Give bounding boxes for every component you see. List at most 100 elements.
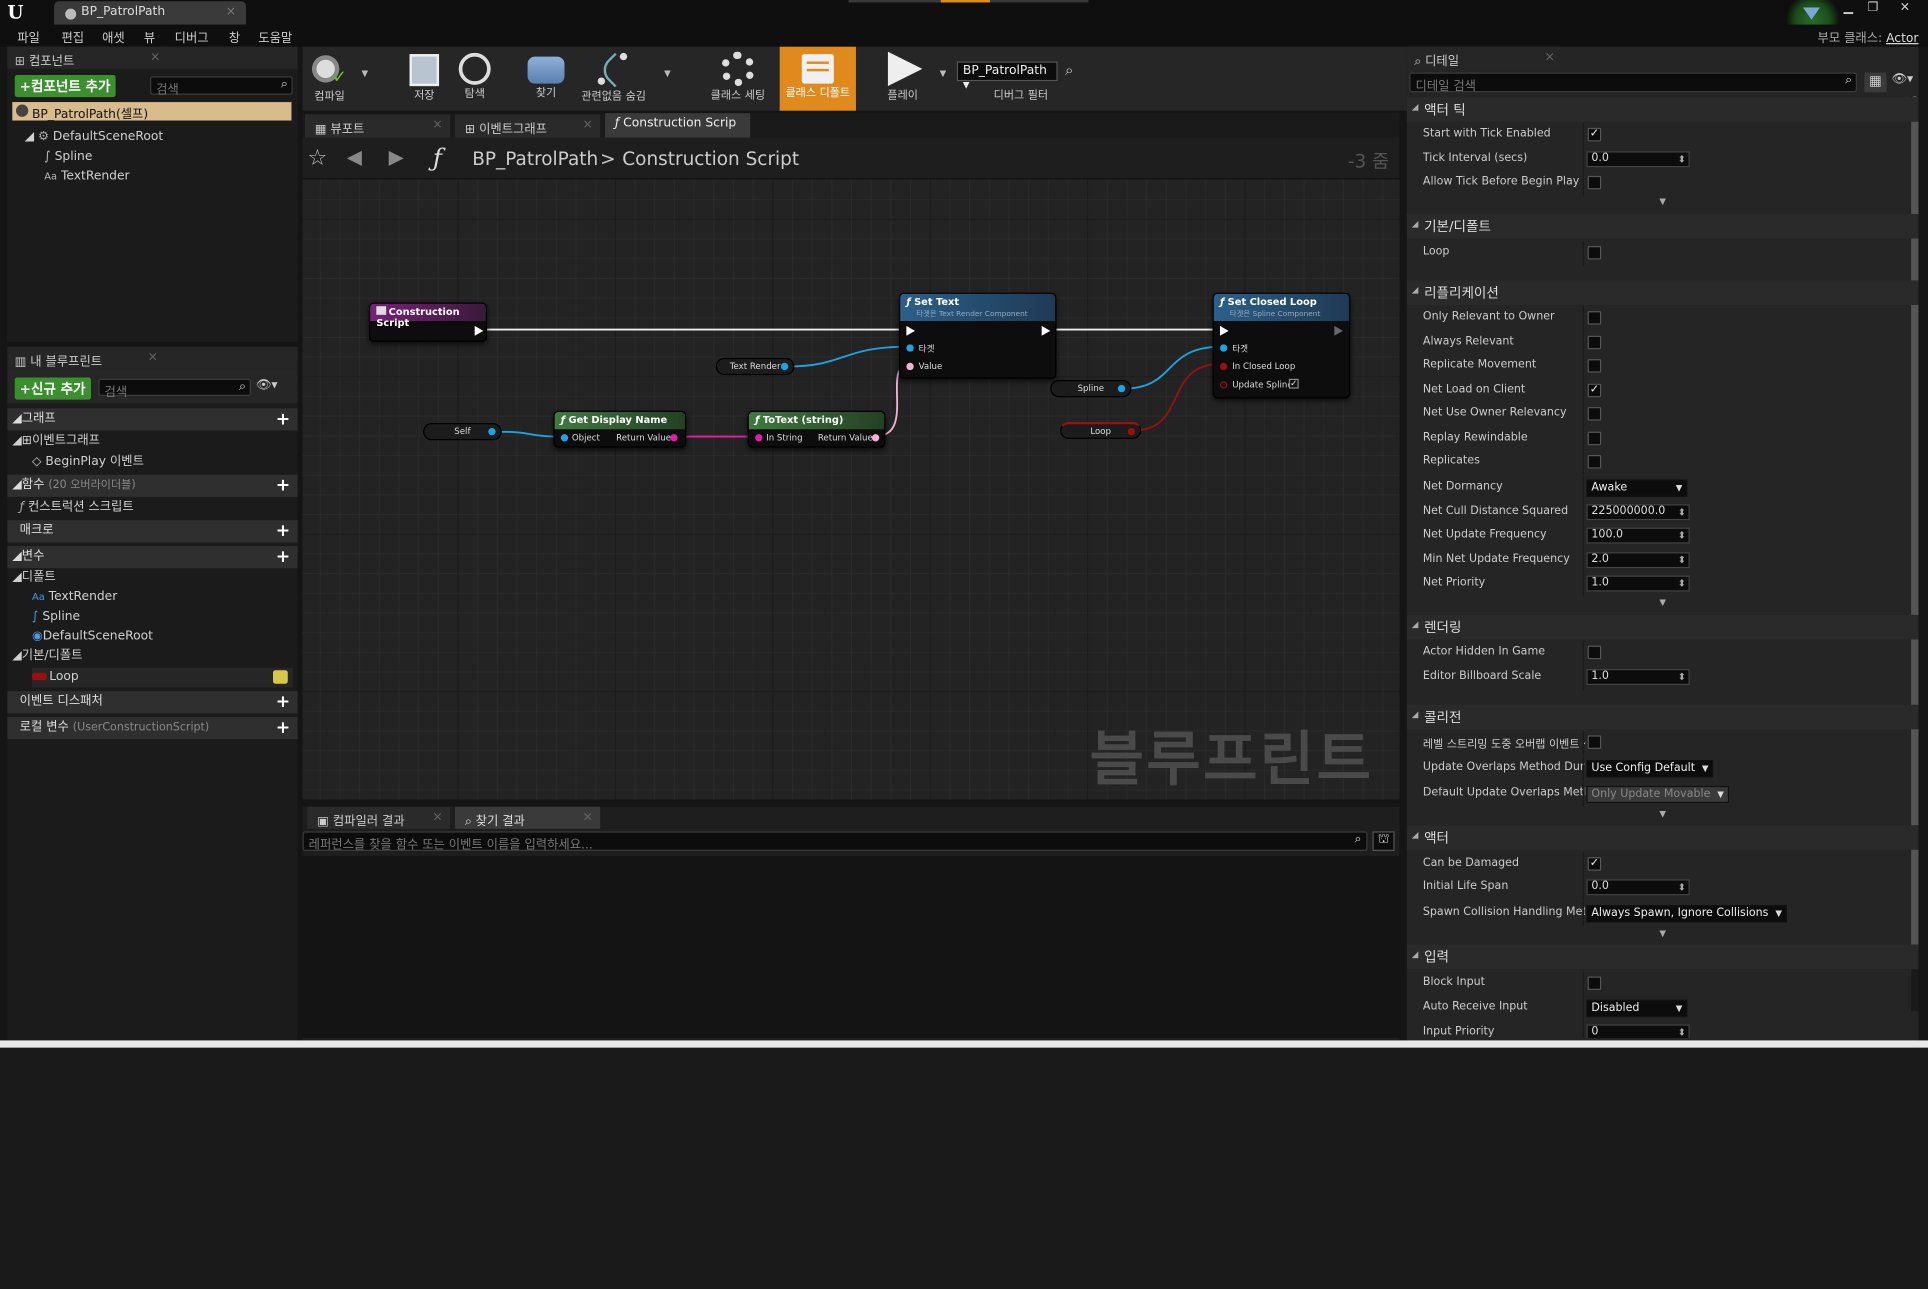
billboard-field[interactable]: 1.0 ⬍ — [1586, 669, 1690, 685]
components-search-input[interactable]: 검색 ⌕ — [150, 76, 293, 97]
tab-compiler-results[interactable]: ▣ 컴파일러 결과 × — [307, 806, 451, 829]
construction-script-item[interactable]: ƒ 컨스트럭션 스크립트 — [20, 498, 134, 518]
output-pin[interactable] — [1127, 427, 1136, 436]
close-window-icon[interactable]: ✕ — [1894, 1, 1916, 17]
exec-in-pin[interactable] — [1219, 325, 1229, 336]
section-collision[interactable]: ◢ 콜리전 — [1406, 704, 1919, 730]
tab-find-results[interactable]: ⌕ 찾기 결과 × — [455, 806, 601, 829]
start-tick-checkbox[interactable]: ✓ — [1587, 127, 1602, 142]
value-pin[interactable] — [906, 362, 914, 371]
close-tab-icon[interactable]: × — [432, 810, 442, 824]
hidden-checkbox[interactable] — [1587, 645, 1602, 660]
close-my-blueprint-icon[interactable]: × — [148, 350, 158, 364]
spawn-collision-select[interactable]: Always Spawn, Ignore Collisions — [1586, 905, 1787, 923]
add-graph-icon[interactable]: + — [276, 411, 290, 428]
can-damage-checkbox[interactable]: ✓ — [1587, 857, 1602, 871]
var-spline[interactable]: ∫ Spline — [32, 608, 80, 628]
section-rendering[interactable]: ◢ 렌더링 — [1406, 614, 1919, 640]
add-function-icon[interactable]: + — [276, 477, 290, 494]
net-dormancy-select[interactable]: Awake — [1586, 479, 1688, 497]
output-pin[interactable] — [488, 427, 496, 436]
save-button[interactable]: 저장 — [401, 47, 448, 111]
component-self-item[interactable]: BP_PatrolPath(셀프) — [12, 102, 292, 122]
update-spline-pin[interactable] — [1219, 381, 1228, 389]
find-results-search-input[interactable]: 레퍼런스를 찾을 함수 또는 이벤트 이름을 입력하세요... ⌕ — [302, 831, 1368, 852]
close-tab-icon[interactable]: × — [582, 810, 592, 824]
tree-item-defaultsceneroot[interactable]: ◢ ⚙ DefaultSceneRoot — [25, 128, 164, 148]
block-input-checkbox[interactable] — [1587, 976, 1602, 990]
back-arrow-icon[interactable]: ◀ — [347, 145, 362, 168]
object-pin[interactable] — [560, 434, 569, 442]
target-pin[interactable] — [906, 344, 914, 352]
set-closed-loop-node[interactable]: ƒ Set Closed Loop 타겟은 Spline Component 타… — [1212, 292, 1351, 399]
target-pin[interactable] — [1219, 344, 1228, 352]
auto-receive-select[interactable]: Disabled — [1586, 999, 1688, 1018]
graph-canvas[interactable]: Construction Script ƒ Set Text 타겟은 Text … — [302, 137, 1400, 800]
output-pin[interactable] — [1117, 384, 1126, 393]
var-textrender[interactable]: Aa TextRender — [32, 588, 117, 608]
loop-getter-node[interactable]: Loop — [1060, 421, 1142, 440]
section-input[interactable]: ◢ 입력 — [1406, 944, 1919, 970]
event-dispatchers-section[interactable]: 이벤트 디스패처 + — [7, 691, 298, 714]
always-relevant-checkbox[interactable] — [1587, 335, 1602, 350]
variables-section[interactable]: ◢변수 + — [7, 546, 298, 569]
view-options-eye-icon[interactable]: 👁▾ — [256, 379, 278, 393]
tree-item-spline[interactable]: ∫ Spline — [44, 148, 92, 168]
set-text-node[interactable]: ƒ Set Text 타겟은 Text Render Component 타겟 … — [898, 292, 1057, 379]
my-blueprint-search-input[interactable]: 검색 ⌕ — [98, 378, 251, 400]
var-loop[interactable]: Loop — [31, 667, 293, 688]
return-value-pin[interactable] — [871, 434, 880, 442]
close-components-icon[interactable]: × — [150, 50, 160, 64]
life-span-field[interactable]: 0.0 ⬍ — [1586, 879, 1690, 896]
breadcrumb-root[interactable]: BP_PatrolPath — [472, 148, 598, 170]
browse-button[interactable]: 탐색 — [450, 47, 499, 111]
self-node[interactable]: Self — [423, 423, 502, 441]
replicate-movement-checkbox[interactable] — [1587, 359, 1602, 373]
allow-tick-checkbox[interactable] — [1587, 175, 1602, 190]
class-settings-button[interactable]: 클래스 세팅 — [703, 47, 772, 111]
text-render-getter-node[interactable]: Text Render — [715, 357, 795, 376]
spline-getter-node[interactable]: Spline — [1050, 380, 1132, 398]
return-value-pin[interactable] — [670, 434, 678, 442]
net-cull-field[interactable]: 225000000.0 ⬍ — [1586, 504, 1690, 521]
net-update-field[interactable]: 100.0 ⬍ — [1586, 527, 1690, 544]
components-category[interactable]: ◢디폴트 — [12, 568, 55, 588]
begin-play-item[interactable]: ◇ BeginPlay 이벤트 — [32, 453, 144, 473]
min-net-update-field[interactable]: 2.0 ⬍ — [1586, 552, 1690, 569]
default-overlaps-select[interactable]: Only Update Movable — [1586, 785, 1729, 804]
add-component-button[interactable]: +컴포넌트 추가 — [14, 75, 116, 98]
to-text-node[interactable]: ƒ ToText (string) In String Return Value — [747, 410, 886, 448]
exec-in-pin[interactable] — [906, 325, 915, 336]
expand-advanced-icon[interactable]: ▼ — [1407, 197, 1919, 209]
only-relevant-checkbox[interactable] — [1587, 311, 1602, 325]
add-variable-icon[interactable]: + — [276, 548, 290, 565]
find-in-all-blueprints-icon[interactable]: ⛫ — [1372, 831, 1395, 852]
menu-view[interactable]: 뷰 — [144, 27, 155, 46]
minimize-icon[interactable]: ▁ — [1837, 1, 1859, 17]
exec-out-pin[interactable] — [474, 325, 484, 336]
output-pin[interactable] — [780, 362, 789, 371]
tab-event-graph[interactable]: ⊞ 이벤트그래프 × — [455, 114, 601, 138]
loop-checkbox[interactable] — [1587, 245, 1602, 260]
hide-unrelated-chevron-icon[interactable]: ▼ — [664, 69, 671, 79]
tab-viewport[interactable]: ▦ 뷰포트 × — [304, 114, 451, 138]
net-owner-checkbox[interactable] — [1587, 407, 1602, 421]
event-graph-item[interactable]: ◢⊞이벤트그래프 — [12, 432, 100, 452]
compile-options-chevron-icon[interactable]: ▼ — [362, 69, 369, 79]
get-display-name-node[interactable]: ƒ Get Display Name Object Return Value — [553, 410, 687, 448]
compile-button[interactable]: ✓ 컴파일 — [305, 47, 354, 111]
tick-interval-field[interactable]: 0.0 ⬍ — [1586, 151, 1690, 168]
close-tab-icon[interactable]: × — [226, 5, 236, 19]
macros-section[interactable]: 매크로 + — [7, 520, 298, 543]
tab-construction-script[interactable]: ƒ Construction Scrip — [605, 113, 751, 138]
exec-out-pin[interactable] — [1334, 325, 1343, 336]
menu-edit[interactable]: 편집 — [61, 27, 84, 46]
expand-advanced-icon[interactable]: ▼ — [1407, 598, 1919, 610]
add-new-button[interactable]: +신규 추가 — [14, 377, 91, 400]
net-load-checkbox[interactable]: ✓ — [1587, 383, 1602, 398]
update-spline-checkbox[interactable]: ✓ — [1288, 378, 1299, 389]
expand-advanced-icon[interactable]: ▼ — [1407, 928, 1919, 940]
close-details-icon[interactable]: × — [1545, 50, 1555, 64]
favorite-star-icon[interactable]: ☆ — [307, 145, 327, 171]
class-defaults-button[interactable]: 클래스 디폴트 — [779, 46, 856, 111]
